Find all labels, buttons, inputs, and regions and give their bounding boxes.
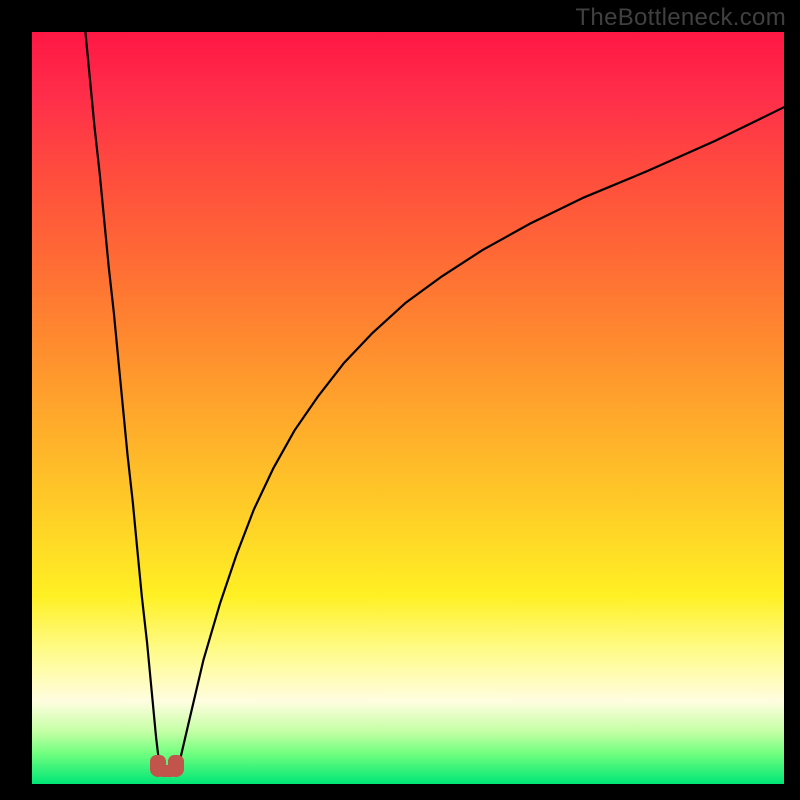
curve-layer (32, 32, 784, 784)
chart-frame: TheBottleneck.com (0, 0, 800, 800)
curve-left-branch (85, 32, 159, 769)
watermark-text: TheBottleneck.com (575, 4, 786, 32)
curve-right-branch (178, 107, 784, 769)
plot-area (32, 32, 784, 784)
